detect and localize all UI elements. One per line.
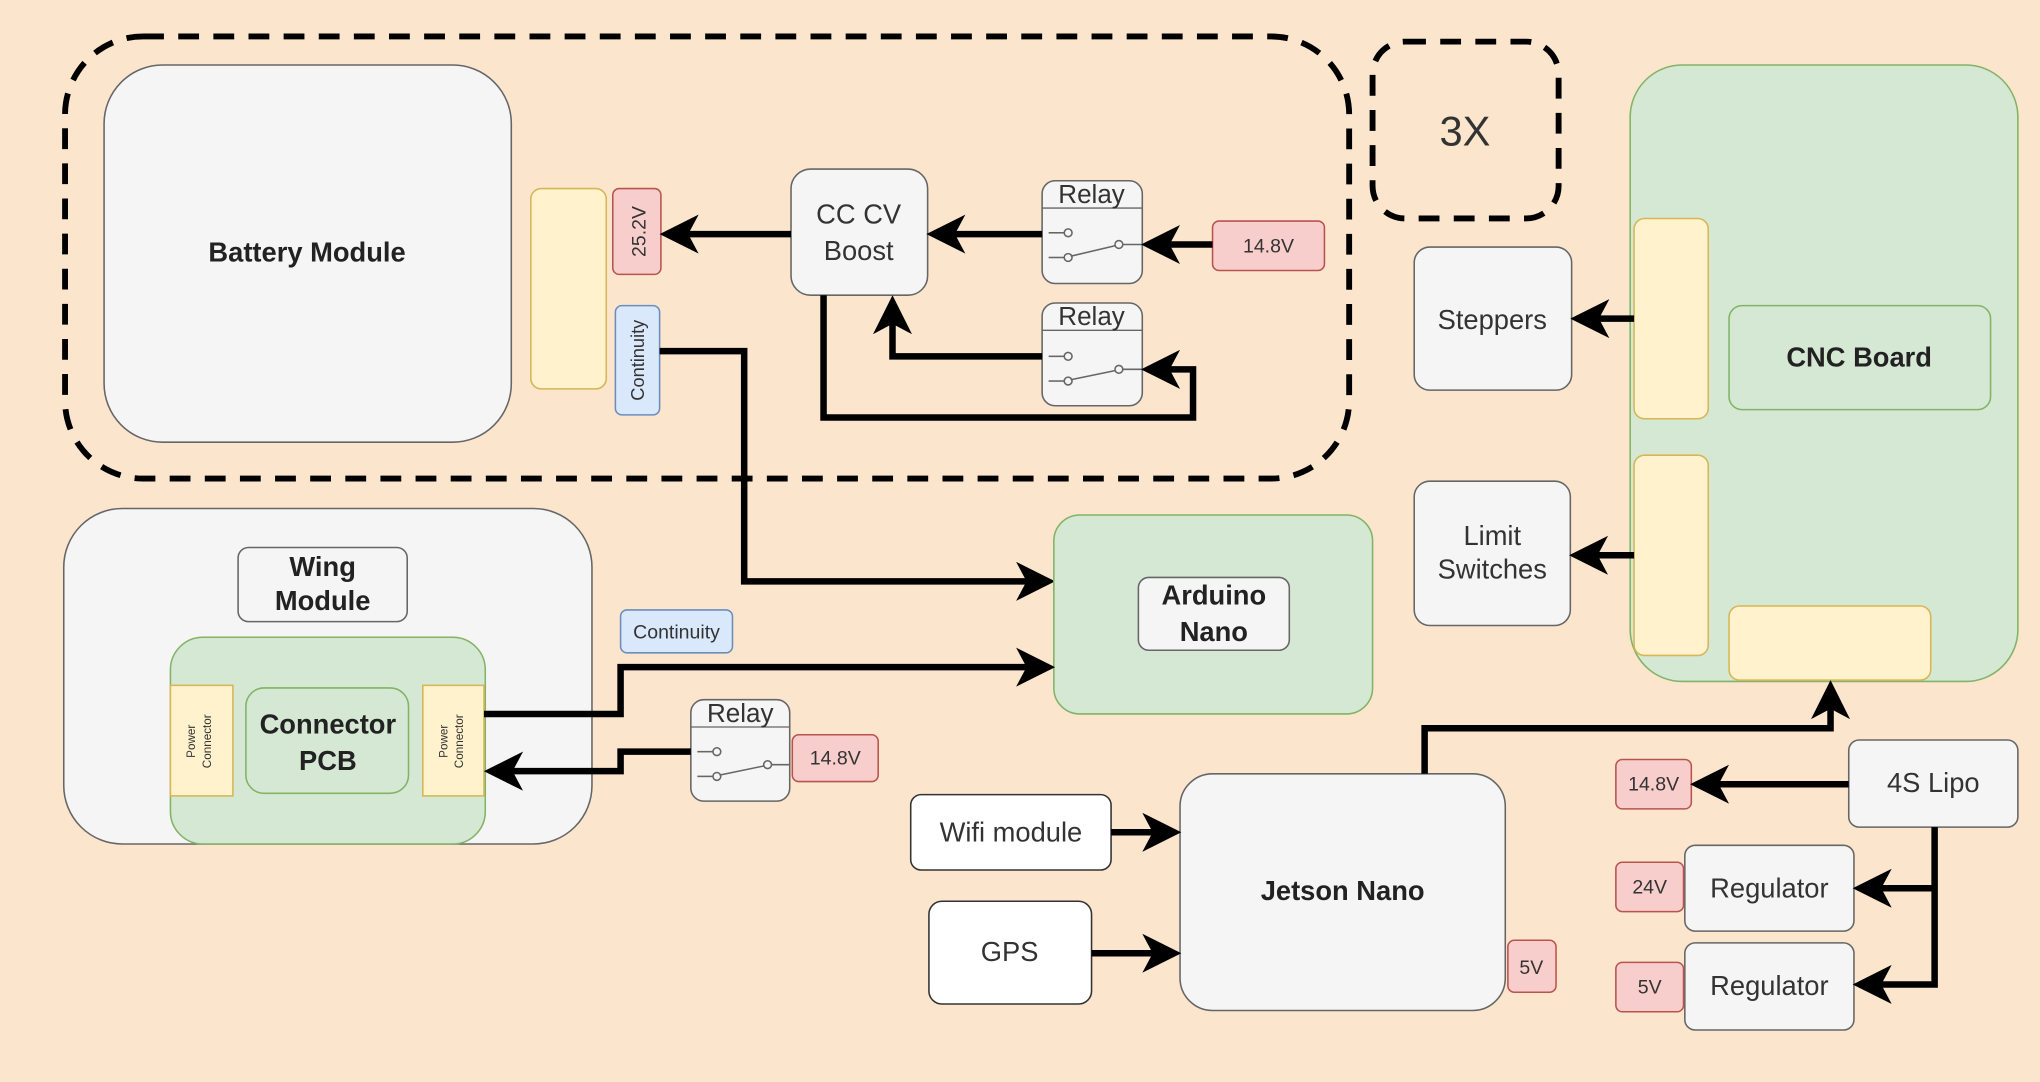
svg-text:25.2V: 25.2V bbox=[628, 206, 650, 257]
svg-text:Power: Power bbox=[438, 725, 451, 758]
svg-text:Switches: Switches bbox=[1438, 554, 1547, 585]
relay-top[interactable]: Relay bbox=[1041, 179, 1144, 285]
svg-text:Wing: Wing bbox=[289, 551, 355, 582]
voltage-tag-5v-regulator: 5V bbox=[1615, 961, 1685, 1013]
svg-text:Steppers: Steppers bbox=[1438, 304, 1547, 335]
gps[interactable]: GPS bbox=[928, 900, 1093, 1005]
svg-text:Relay: Relay bbox=[707, 698, 773, 728]
continuity-tag-wing: Continuity bbox=[619, 609, 734, 654]
continuity-tag-battery: Continuity bbox=[614, 304, 661, 416]
svg-text:4S Lipo: 4S Lipo bbox=[1887, 767, 1980, 798]
svg-text:CNC Board: CNC Board bbox=[1786, 342, 1932, 373]
svg-text:Connector: Connector bbox=[453, 714, 466, 768]
svg-text:GPS: GPS bbox=[981, 936, 1039, 967]
svg-text:Boost: Boost bbox=[824, 235, 894, 266]
voltage-tag-14v8-wing: 14.8V bbox=[791, 733, 879, 783]
lipo-battery[interactable]: 4S Lipo bbox=[1847, 739, 2019, 828]
svg-text:Connector: Connector bbox=[260, 708, 397, 739]
wing-module[interactable]: Wing Module Power Connector Power Connec… bbox=[62, 507, 593, 845]
arduino-nano[interactable]: Arduino Nano bbox=[1053, 514, 1374, 715]
svg-text:24V: 24V bbox=[1632, 876, 1667, 898]
regulator-24v[interactable]: Regulator bbox=[1684, 844, 1855, 932]
voltage-tag-14v8-battery: 14.8V bbox=[1211, 220, 1326, 272]
voltage-tag-14v8-lipo: 14.8V bbox=[1615, 758, 1693, 810]
cnc-connector-steppers bbox=[1633, 217, 1710, 420]
svg-text:Jetson Nano: Jetson Nano bbox=[1261, 875, 1425, 906]
wifi-module[interactable]: Wifi module bbox=[909, 793, 1112, 871]
regulator-5v[interactable]: Regulator bbox=[1684, 942, 1855, 1031]
svg-text:PCB: PCB bbox=[299, 745, 357, 776]
svg-text:Regulator: Regulator bbox=[1710, 872, 1828, 903]
svg-text:Continuity: Continuity bbox=[628, 319, 648, 401]
svg-text:Arduino: Arduino bbox=[1162, 580, 1267, 611]
svg-text:Power: Power bbox=[185, 725, 198, 758]
battery-module[interactable]: Battery Module bbox=[103, 64, 513, 443]
cnc-connector-limits bbox=[1633, 454, 1710, 657]
svg-text:14.8V: 14.8V bbox=[1243, 235, 1294, 257]
svg-text:Nano: Nano bbox=[1180, 616, 1248, 647]
cnc-connector-power bbox=[1728, 605, 1932, 681]
svg-text:Module: Module bbox=[275, 585, 371, 616]
svg-text:CC CV: CC CV bbox=[816, 199, 902, 230]
svg-text:14.8V: 14.8V bbox=[1628, 774, 1679, 796]
connector-pcb: Connector PCB bbox=[245, 687, 410, 795]
steppers[interactable]: Steppers bbox=[1413, 246, 1573, 391]
multiplier-label: 3X bbox=[1439, 108, 1490, 155]
voltage-tag-5v-jetson: 5V bbox=[1507, 939, 1557, 994]
svg-text:Connector: Connector bbox=[201, 714, 214, 768]
svg-text:5V: 5V bbox=[1638, 977, 1662, 999]
block-diagram: 3X Battery Module 25.2V Continuity CC CV… bbox=[0, 0, 2040, 1082]
svg-text:Continuity: Continuity bbox=[633, 622, 720, 644]
relay-wing[interactable]: Relay bbox=[690, 698, 791, 802]
battery-module-label: Battery Module bbox=[208, 236, 405, 267]
power-connector-left: Power Connector bbox=[169, 684, 234, 797]
voltage-tag-25v: 25.2V bbox=[612, 187, 662, 276]
svg-text:Relay: Relay bbox=[1058, 179, 1124, 209]
svg-text:Wifi module: Wifi module bbox=[940, 816, 1083, 847]
relay-bottom[interactable]: Relay bbox=[1041, 301, 1144, 407]
cc-cv-boost[interactable]: CC CV Boost bbox=[790, 168, 929, 296]
svg-text:Regulator: Regulator bbox=[1710, 970, 1828, 1001]
jetson-nano[interactable]: Jetson Nano bbox=[1179, 773, 1507, 1012]
power-connector-right: Power Connector bbox=[422, 684, 485, 797]
voltage-tag-24v: 24V bbox=[1615, 861, 1685, 913]
svg-text:14.8V: 14.8V bbox=[810, 748, 861, 770]
limit-switches[interactable]: Limit Switches bbox=[1413, 480, 1572, 627]
svg-text:5V: 5V bbox=[1519, 957, 1543, 979]
svg-text:Relay: Relay bbox=[1058, 301, 1124, 331]
svg-text:Limit: Limit bbox=[1463, 520, 1521, 551]
battery-connector bbox=[530, 187, 608, 390]
cnc-board[interactable]: CNC Board bbox=[1629, 64, 2019, 683]
